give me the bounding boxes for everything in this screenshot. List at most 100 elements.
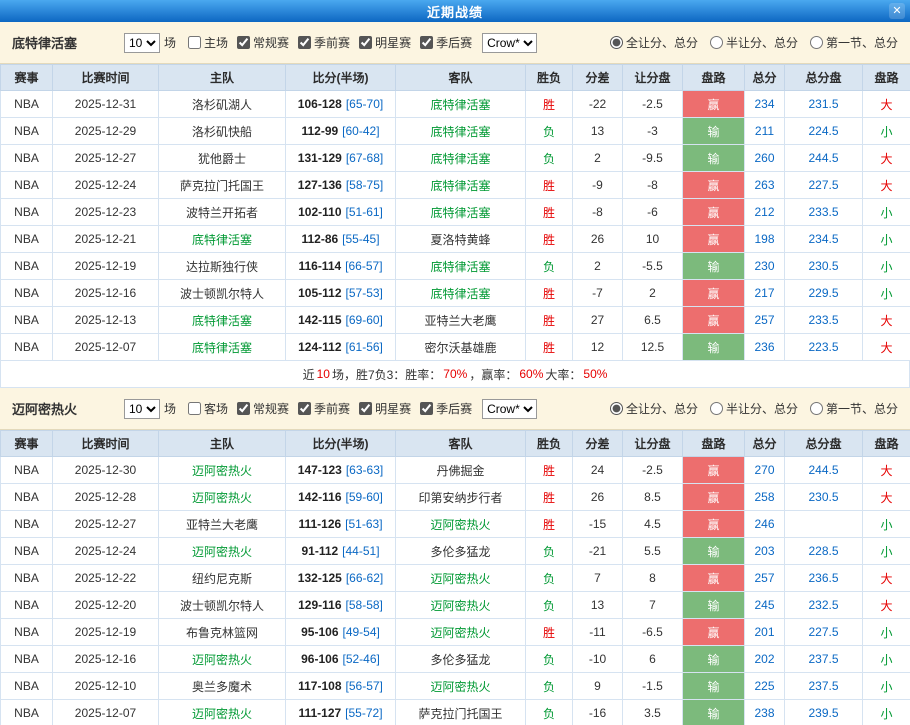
cell-away-team[interactable]: 多伦多猛龙 bbox=[396, 538, 526, 565]
cell-home-team[interactable]: 迈阿密热火 bbox=[159, 457, 286, 484]
cell-date: 2025-12-16 bbox=[53, 646, 159, 673]
filter-bar: 底特律活塞 10 场 主场常规赛季前赛明星赛季后赛 Crow* 全让分、总分半让… bbox=[0, 22, 910, 64]
filter-checkbox[interactable]: 明星赛 bbox=[359, 400, 411, 417]
cell-away-team[interactable]: 迈阿密热火 bbox=[396, 673, 526, 700]
cell-home-team[interactable]: 布鲁克林篮网 bbox=[159, 619, 286, 646]
filter-radio[interactable]: 全让分、总分 bbox=[610, 34, 698, 51]
cell-home-team[interactable]: 犹他爵士 bbox=[159, 145, 286, 172]
checkbox-input[interactable] bbox=[420, 402, 433, 415]
cell-away-team[interactable]: 亚特兰大老鹰 bbox=[396, 307, 526, 334]
cell-result: 胜 bbox=[526, 199, 573, 226]
cell-away-team[interactable]: 迈阿密热火 bbox=[396, 592, 526, 619]
cell-away-team[interactable]: 底特律活塞 bbox=[396, 118, 526, 145]
filter-radio[interactable]: 第一节、总分 bbox=[810, 400, 898, 417]
cell-date: 2025-12-13 bbox=[53, 307, 159, 334]
cell-away-team[interactable]: 底特律活塞 bbox=[396, 280, 526, 307]
filter-checkbox[interactable]: 常规赛 bbox=[237, 400, 289, 417]
cell-home-team[interactable]: 达拉斯独行侠 bbox=[159, 253, 286, 280]
cell-home-team[interactable]: 底特律活塞 bbox=[159, 334, 286, 361]
cell-handicap-result: 输 bbox=[683, 700, 745, 725]
filter-checkbox[interactable]: 客场 bbox=[188, 400, 228, 417]
cell-home-team[interactable]: 洛杉矶快船 bbox=[159, 118, 286, 145]
filter-radio[interactable]: 全让分、总分 bbox=[610, 400, 698, 417]
cell-point-diff: 9 bbox=[573, 673, 623, 700]
column-header: 总分盘 bbox=[785, 65, 863, 91]
close-icon[interactable]: ✕ bbox=[889, 3, 905, 19]
radio-input[interactable] bbox=[810, 402, 823, 415]
games-count-select[interactable]: 10 bbox=[124, 399, 160, 419]
cell-home-team[interactable]: 迈阿密热火 bbox=[159, 484, 286, 511]
cell-ou-result: 大 bbox=[863, 592, 910, 619]
radio-input[interactable] bbox=[610, 36, 623, 49]
cell-away-team[interactable]: 多伦多猛龙 bbox=[396, 646, 526, 673]
cell-away-team[interactable]: 底特律活塞 bbox=[396, 145, 526, 172]
checkbox-input[interactable] bbox=[359, 36, 372, 49]
games-count-select[interactable]: 10 bbox=[124, 33, 160, 53]
cell-home-team[interactable]: 萨克拉门托国王 bbox=[159, 172, 286, 199]
filter-checkbox[interactable]: 季后赛 bbox=[420, 400, 472, 417]
cell-handicap-result: 赢 bbox=[683, 280, 745, 307]
cell-away-team[interactable]: 印第安纳步行者 bbox=[396, 484, 526, 511]
game-row: NBA2025-12-07底特律活塞124-112[61-56]密尔沃基雄鹿胜1… bbox=[1, 334, 910, 361]
column-header: 总分 bbox=[745, 65, 785, 91]
cell-handicap-line: 8 bbox=[623, 565, 683, 592]
cell-handicap-result: 输 bbox=[683, 646, 745, 673]
bookmaker-select[interactable]: Crow* bbox=[482, 399, 537, 419]
checkbox-input[interactable] bbox=[188, 36, 201, 49]
cell-home-team[interactable]: 奥兰多魔术 bbox=[159, 673, 286, 700]
radio-input[interactable] bbox=[710, 402, 723, 415]
cell-handicap-result: 赢 bbox=[683, 226, 745, 253]
checkbox-input[interactable] bbox=[188, 402, 201, 415]
cell-away-team[interactable]: 底特律活塞 bbox=[396, 91, 526, 118]
cell-home-team[interactable]: 纽约尼克斯 bbox=[159, 565, 286, 592]
filter-radio[interactable]: 半让分、总分 bbox=[710, 400, 798, 417]
filter-checkbox[interactable]: 明星赛 bbox=[359, 34, 411, 51]
game-row: NBA2025-12-19布鲁克林篮网95-106[49-54]迈阿密热火胜-1… bbox=[1, 619, 910, 646]
filter-checkbox[interactable]: 主场 bbox=[188, 34, 228, 51]
filter-radio[interactable]: 半让分、总分 bbox=[710, 34, 798, 51]
cell-home-team[interactable]: 洛杉矶湖人 bbox=[159, 91, 286, 118]
cell-away-team[interactable]: 迈阿密热火 bbox=[396, 511, 526, 538]
score-fulltime: 112-99 bbox=[301, 124, 338, 138]
filter-checkbox[interactable]: 季后赛 bbox=[420, 34, 472, 51]
checkbox-input[interactable] bbox=[298, 402, 311, 415]
cell-total-line: 230.5 bbox=[785, 484, 863, 511]
cell-home-team[interactable]: 波士顿凯尔特人 bbox=[159, 592, 286, 619]
score-halftime: [69-60] bbox=[346, 313, 383, 327]
cell-home-team[interactable]: 迈阿密热火 bbox=[159, 538, 286, 565]
cell-handicap-line: 3.5 bbox=[623, 700, 683, 725]
cell-away-team[interactable]: 迈阿密热火 bbox=[396, 619, 526, 646]
section-team-name: 迈阿密热火 bbox=[12, 399, 124, 418]
cell-home-team[interactable]: 底特律活塞 bbox=[159, 307, 286, 334]
filter-checkbox[interactable]: 季前赛 bbox=[298, 34, 350, 51]
cell-away-team[interactable]: 密尔沃基雄鹿 bbox=[396, 334, 526, 361]
checkbox-input[interactable] bbox=[359, 402, 372, 415]
column-header: 比赛时间 bbox=[53, 431, 159, 457]
dialog-titlebar: 近期战绩 ✕ bbox=[0, 0, 910, 22]
cell-home-team[interactable]: 迈阿密热火 bbox=[159, 646, 286, 673]
cell-away-team[interactable]: 丹佛掘金 bbox=[396, 457, 526, 484]
radio-input[interactable] bbox=[610, 402, 623, 415]
checkbox-input[interactable] bbox=[298, 36, 311, 49]
cell-result: 负 bbox=[526, 592, 573, 619]
checkbox-input[interactable] bbox=[237, 36, 250, 49]
radio-input[interactable] bbox=[710, 36, 723, 49]
cell-home-team[interactable]: 底特律活塞 bbox=[159, 226, 286, 253]
cell-away-team[interactable]: 底特律活塞 bbox=[396, 172, 526, 199]
cell-home-team[interactable]: 亚特兰大老鹰 bbox=[159, 511, 286, 538]
cell-home-team[interactable]: 波特兰开拓者 bbox=[159, 199, 286, 226]
radio-input[interactable] bbox=[810, 36, 823, 49]
filter-checkbox[interactable]: 常规赛 bbox=[237, 34, 289, 51]
filter-radio[interactable]: 第一节、总分 bbox=[810, 34, 898, 51]
cell-away-team[interactable]: 夏洛特黄蜂 bbox=[396, 226, 526, 253]
filter-checkbox[interactable]: 季前赛 bbox=[298, 400, 350, 417]
cell-home-team[interactable]: 波士顿凯尔特人 bbox=[159, 280, 286, 307]
cell-away-team[interactable]: 底特律活塞 bbox=[396, 253, 526, 280]
checkbox-input[interactable] bbox=[420, 36, 433, 49]
checkbox-input[interactable] bbox=[237, 402, 250, 415]
cell-away-team[interactable]: 迈阿密热火 bbox=[396, 565, 526, 592]
bookmaker-select[interactable]: Crow* bbox=[482, 33, 537, 53]
cell-away-team[interactable]: 底特律活塞 bbox=[396, 199, 526, 226]
cell-away-team[interactable]: 萨克拉门托国王 bbox=[396, 700, 526, 725]
cell-home-team[interactable]: 迈阿密热火 bbox=[159, 700, 286, 725]
